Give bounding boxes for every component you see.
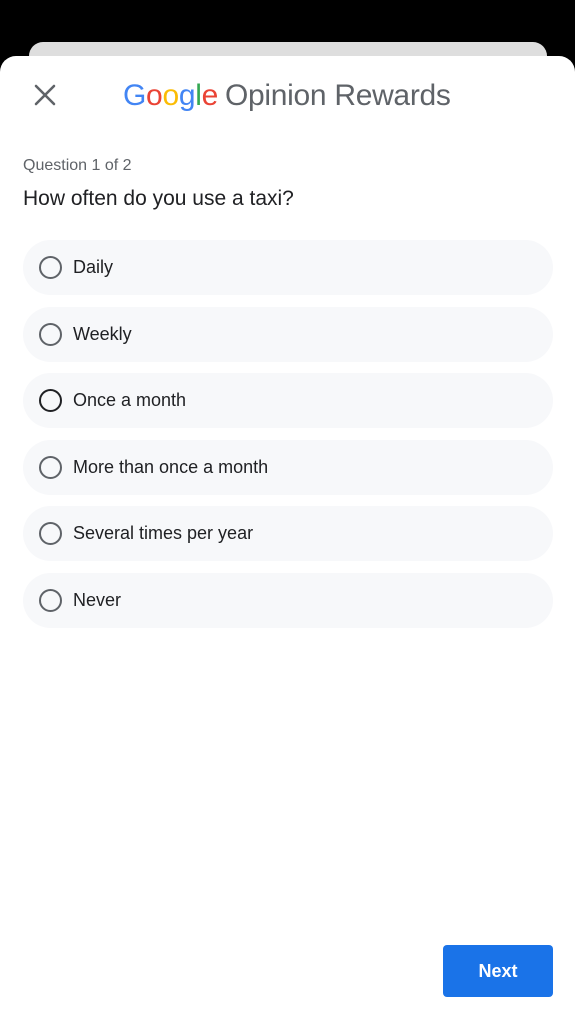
option-once-a-month[interactable]: Once a month [23,373,553,428]
option-label: Once a month [73,390,187,410]
next-button[interactable]: Next [443,945,553,997]
radio-button[interactable] [39,322,62,346]
close-icon [34,84,56,106]
option-several-times-per-year[interactable]: Several times per year [23,506,553,561]
app-logo: Google Opinion Rewards [123,76,451,116]
option-daily[interactable]: Daily [23,240,553,295]
option-more-than-once-a-month[interactable]: More than once a month [23,439,553,495]
logo-letter: o [162,79,179,112]
option-weekly[interactable]: Weekly [23,306,553,362]
answer-options: Daily Weekly Once a month More than once… [23,240,553,639]
option-label: Daily [73,257,114,277]
app-title: Opinion Rewards [224,79,451,112]
radio-button[interactable] [39,256,62,279]
close-button[interactable] [29,81,61,109]
question-title: How often do you use a taxi? [23,187,294,210]
radio-button[interactable] [39,455,62,479]
logo-letter: g [178,79,196,112]
logo-letter: G [123,79,147,112]
option-label: Several times per year [73,523,254,543]
logo-letter: e [201,79,219,112]
option-label: Never [73,589,122,610]
option-label: More than once a month [73,456,269,477]
radio-button[interactable] [39,522,62,545]
radio-button[interactable] [39,389,62,412]
radio-button[interactable] [39,588,62,612]
option-never[interactable]: Never [23,572,553,628]
logo-letter: o [146,79,163,112]
question-progress: Question 1 of 2 [23,157,132,174]
option-label: Weekly [73,323,132,344]
